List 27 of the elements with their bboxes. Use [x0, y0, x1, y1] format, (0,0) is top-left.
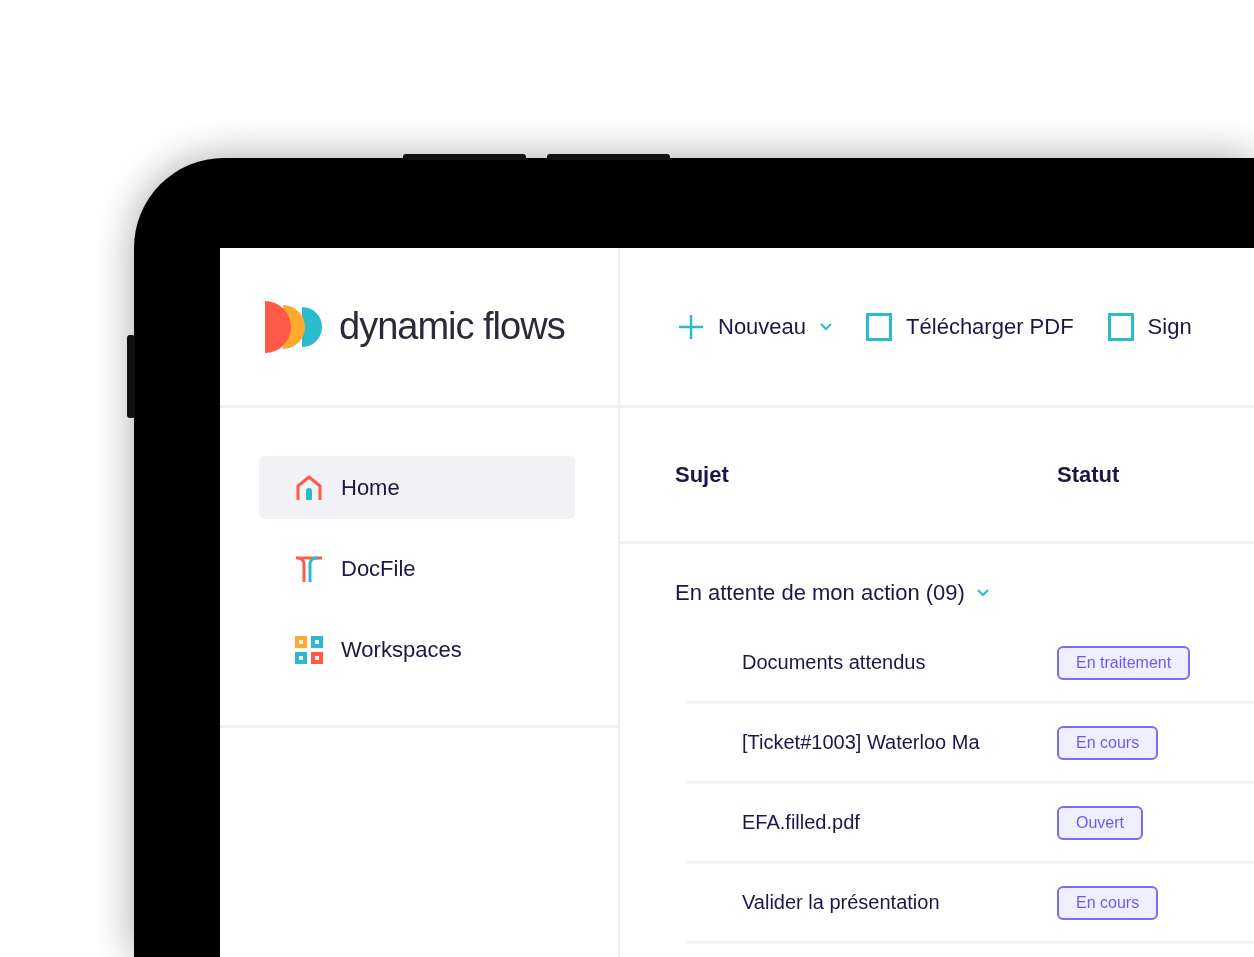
chevron-icon	[820, 322, 833, 331]
subject-text: [Ticket#1003] Waterloo Ma	[741, 731, 981, 754]
docfile-icon	[295, 554, 323, 583]
toolbar-button[interactable]: Télécharger PDF	[866, 312, 1074, 341]
plus-icon	[678, 313, 704, 340]
status-badge: Ouvert	[1057, 805, 1143, 840]
grid-icon	[295, 635, 323, 664]
new-button[interactable]: Nouveau	[678, 313, 833, 340]
column-header: Sujet	[675, 461, 730, 488]
column-header: Statut	[1057, 461, 1120, 488]
status-badge: En cours	[1057, 725, 1159, 760]
subject-text: EFA.filled.pdf	[741, 811, 861, 834]
group-header[interactable]: En attente de mon action (09)	[620, 544, 989, 624]
square-icon	[866, 312, 893, 341]
subject-text: Valider la présentation	[741, 891, 941, 914]
logo-icon	[265, 300, 325, 353]
nav-item[interactable]: Workspaces	[259, 618, 575, 681]
home-icon	[295, 473, 323, 502]
toolbar-button[interactable]: Sign	[1107, 312, 1192, 341]
logo-text: dynamic flows	[339, 305, 565, 348]
chevron-icon	[976, 589, 989, 597]
status-badge: En cours	[1057, 885, 1159, 920]
subject-text: Documents attendus	[741, 651, 927, 674]
nav-item[interactable]: DocFile	[259, 537, 575, 600]
status-badge: En traitement	[1057, 645, 1191, 680]
nav-item[interactable]: Home	[259, 456, 575, 519]
square-icon	[1107, 312, 1134, 341]
